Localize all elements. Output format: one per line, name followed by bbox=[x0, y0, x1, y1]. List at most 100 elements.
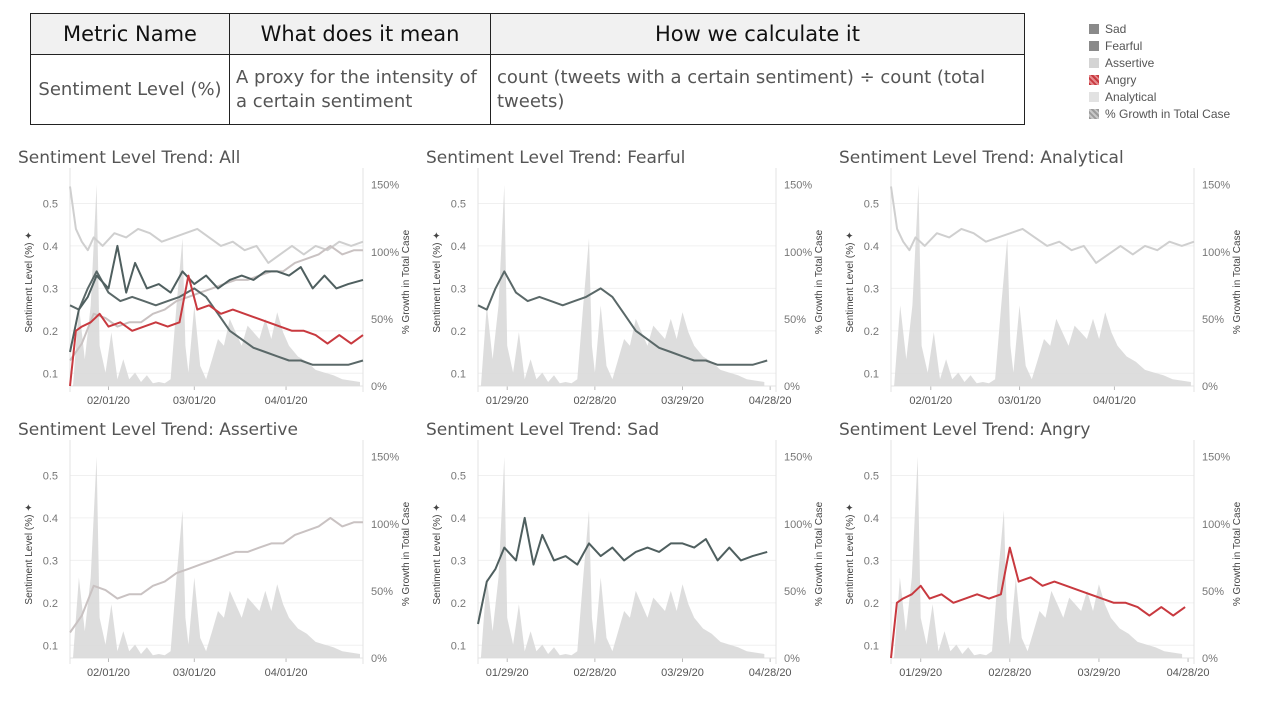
y-tick-label: 0.3 bbox=[451, 283, 466, 295]
y-tick-label: 0.4 bbox=[864, 513, 879, 525]
chart-analytical: 0.1 0.2 0.3 0.4 0.5 0% 50% 100% 150% 02/01/20 03/0… bbox=[839, 168, 1244, 407]
cell-metric-name: Sentiment Level (%) bbox=[30, 54, 230, 125]
legend-swatch bbox=[1089, 91, 1099, 102]
y2-tick-label: 100% bbox=[784, 519, 812, 531]
y-tick-label: 0.2 bbox=[864, 326, 879, 338]
legend-label: Analytical bbox=[1105, 89, 1157, 104]
chart-all: 0.1 0.2 0.3 0.4 0.5 0% 50% 100% 150% 02/01/20 03/0… bbox=[18, 168, 413, 407]
legend-swatch bbox=[1089, 74, 1099, 85]
y2-tick-label: 0% bbox=[1202, 653, 1218, 665]
panel-title: Sentiment Level Trend: Analytical bbox=[839, 148, 1124, 168]
chart-panel-angry: Sentiment Level Trend: Angry 0.1 0.2 0.3 0.… bbox=[839, 420, 1244, 682]
y-tick-label: 0.3 bbox=[864, 283, 879, 295]
chart-angry: 0.1 0.2 0.3 0.4 0.5 0% 50% 100% 150% 01/29/20 02/2… bbox=[839, 440, 1244, 679]
y-axis-title: Sentiment Level (%) ✦ bbox=[432, 231, 443, 332]
chart-panel-fearful: Sentiment Level Trend: Fearful 0.1 0.2 0.3… bbox=[426, 148, 826, 410]
chart-panel-analytical: Sentiment Level Trend: Analytical 0.1 0.2… bbox=[839, 148, 1244, 410]
y-tick-label: 0.5 bbox=[43, 198, 58, 210]
y2-tick-label: 50% bbox=[371, 586, 393, 598]
y2-tick-label: 0% bbox=[371, 653, 387, 665]
legend-item-analytical: Analytical bbox=[1089, 88, 1230, 105]
y-axis-title: Sentiment Level (%) ✦ bbox=[432, 503, 443, 604]
x-tick-label: 04/01/20 bbox=[1093, 395, 1136, 407]
chart-legend: Sad Fearful Assertive Angry Analytical %… bbox=[1089, 20, 1230, 122]
y2-axis-title: % Growth in Total Case bbox=[1232, 229, 1243, 334]
metric-definition-table: Metric Name What does it mean How we cal… bbox=[30, 13, 1025, 125]
panel-title: Sentiment Level Trend: Assertive bbox=[18, 420, 298, 440]
x-tick-label: 01/29/20 bbox=[899, 667, 942, 679]
y-axis-title: Sentiment Level (%) ✦ bbox=[24, 231, 35, 332]
y-tick-label: 0.5 bbox=[43, 470, 58, 482]
legend-label: Angry bbox=[1105, 72, 1137, 87]
y-tick-label: 0.4 bbox=[451, 513, 466, 525]
y2-tick-label: 50% bbox=[1202, 586, 1224, 598]
legend-label: % Growth in Total Case bbox=[1105, 106, 1231, 121]
y-tick-label: 0.1 bbox=[43, 368, 58, 380]
table-row: Sentiment Level (%) A proxy for the inte… bbox=[30, 54, 1025, 125]
legend-swatch bbox=[1089, 40, 1099, 51]
chart-sad: 0.1 0.2 0.3 0.4 0.5 0% 50% 100% 150% 01/29/20 02/2… bbox=[426, 440, 826, 679]
y2-axis-title: % Growth in Total Case bbox=[1232, 501, 1243, 606]
legend-item-sad: Sad bbox=[1089, 20, 1230, 37]
y-tick-label: 0.2 bbox=[451, 326, 466, 338]
y-tick-label: 0.3 bbox=[43, 283, 58, 295]
header-calculation: How we calculate it bbox=[490, 13, 1025, 55]
y2-tick-label: 100% bbox=[784, 247, 812, 259]
y-tick-label: 0.3 bbox=[451, 555, 466, 567]
legend-item-assertive: Assertive bbox=[1089, 54, 1230, 71]
y2-axis-title: % Growth in Total Case bbox=[814, 229, 825, 334]
y-tick-label: 0.4 bbox=[43, 513, 58, 525]
y2-tick-label: 100% bbox=[371, 519, 399, 531]
y2-tick-label: 150% bbox=[1202, 452, 1230, 464]
y-tick-label: 0.1 bbox=[864, 640, 879, 652]
x-tick-label: 03/01/20 bbox=[173, 667, 216, 679]
x-tick-label: 04/28/20 bbox=[749, 395, 792, 407]
legend-label: Sad bbox=[1105, 21, 1127, 36]
y-tick-label: 0.2 bbox=[43, 326, 58, 338]
y2-axis-title: % Growth in Total Case bbox=[814, 501, 825, 606]
y2-tick-label: 150% bbox=[371, 180, 399, 192]
panel-title: Sentiment Level Trend: All bbox=[18, 148, 241, 168]
y2-axis-title: % Growth in Total Case bbox=[401, 501, 412, 606]
chart-assertive: 0.1 0.2 0.3 0.4 0.5 0% 50% 100% 150% 02/01/20 03/0… bbox=[18, 440, 413, 679]
x-tick-label: 03/29/20 bbox=[661, 395, 704, 407]
legend-swatch bbox=[1089, 23, 1099, 34]
x-tick-label: 01/29/20 bbox=[486, 667, 529, 679]
y-axis-title: Sentiment Level (%) ✦ bbox=[845, 503, 856, 604]
y2-axis-title: % Growth in Total Case bbox=[401, 229, 412, 334]
legend-label: Assertive bbox=[1105, 55, 1155, 70]
y-tick-label: 0.2 bbox=[43, 598, 58, 610]
legend-swatch bbox=[1089, 108, 1099, 119]
y2-tick-label: 150% bbox=[784, 452, 812, 464]
y2-tick-label: 50% bbox=[784, 314, 806, 326]
y-tick-label: 0.1 bbox=[451, 368, 466, 380]
panel-title: Sentiment Level Trend: Angry bbox=[839, 420, 1091, 440]
x-tick-label: 02/28/20 bbox=[573, 395, 616, 407]
x-tick-label: 02/28/20 bbox=[573, 667, 616, 679]
x-tick-label: 04/28/20 bbox=[749, 667, 792, 679]
y-axis-title: Sentiment Level (%) ✦ bbox=[845, 231, 856, 332]
y2-tick-label: 0% bbox=[371, 381, 387, 393]
y-tick-label: 0.4 bbox=[864, 241, 879, 253]
y2-tick-label: 150% bbox=[371, 452, 399, 464]
chart-panel-assertive: Sentiment Level Trend: Assertive 0.1 0.2 0… bbox=[18, 420, 413, 682]
y2-tick-label: 50% bbox=[784, 586, 806, 598]
header-meaning: What does it mean bbox=[229, 13, 491, 55]
y-tick-label: 0.1 bbox=[864, 368, 879, 380]
x-tick-label: 02/28/20 bbox=[988, 667, 1031, 679]
x-tick-label: 04/01/20 bbox=[265, 667, 308, 679]
y-tick-label: 0.5 bbox=[864, 198, 879, 210]
table-header-row: Metric Name What does it mean How we cal… bbox=[30, 13, 1025, 55]
legend-item-angry: Angry bbox=[1089, 71, 1230, 88]
x-tick-label: 04/28/20 bbox=[1167, 667, 1210, 679]
legend-label: Fearful bbox=[1105, 38, 1143, 53]
y2-tick-label: 150% bbox=[1202, 180, 1230, 192]
y-axis-title: Sentiment Level (%) ✦ bbox=[24, 503, 35, 604]
chart-panel-sad: Sentiment Level Trend: Sad 0.1 0.2 0.3 0.4 0… bbox=[426, 420, 826, 682]
y2-tick-label: 100% bbox=[1202, 247, 1230, 259]
y2-tick-label: 0% bbox=[784, 381, 800, 393]
y-tick-label: 0.5 bbox=[864, 470, 879, 482]
y-tick-label: 0.2 bbox=[451, 598, 466, 610]
x-tick-label: 02/01/20 bbox=[87, 395, 130, 407]
chart-fearful: 0.1 0.2 0.3 0.4 0.5 0% 50% 100% 150% 01/29/20 02/2… bbox=[426, 168, 826, 407]
